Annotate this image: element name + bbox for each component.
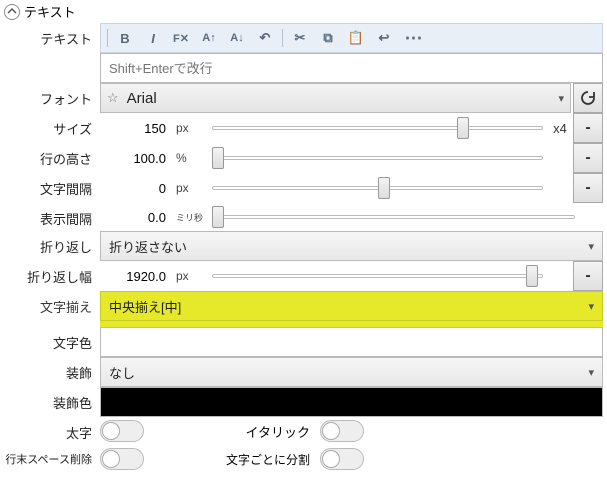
text-input[interactable] <box>100 53 603 83</box>
font-select[interactable]: ☆ Arial ▾ <box>100 83 571 113</box>
label-text: テキスト <box>0 23 100 53</box>
label-wrap: 折り返し <box>0 231 100 261</box>
section-title: テキスト <box>24 2 76 21</box>
label-align: 文字揃え <box>0 291 100 321</box>
label-textcolor: 文字色 <box>0 327 100 357</box>
size-minus-button[interactable]: - <box>573 113 603 143</box>
displayspacing-value[interactable]: 0.0 <box>100 210 170 225</box>
wrapwidth-slider[interactable] <box>212 264 543 288</box>
displayspacing-slider[interactable] <box>212 205 575 229</box>
clear-format-button[interactable]: F✕ <box>170 27 192 49</box>
label-wrapwidth: 折り返し幅 <box>0 261 100 291</box>
label-font: フォント <box>0 83 100 113</box>
font-refresh-button[interactable] <box>573 83 603 113</box>
font-value: Arial <box>127 90 559 107</box>
lineheight-unit: % <box>176 151 206 165</box>
label-trimtrailing: 行末スペース削除 <box>0 445 100 473</box>
wrap-value: 折り返さない <box>109 237 588 256</box>
font-larger-button[interactable]: A↑ <box>198 27 220 49</box>
letterspacing-slider[interactable] <box>212 176 543 200</box>
text-toolbar: B I F✕ A↑ A↓ ↶ ✂ ⧉ 📋 ↩ ⋯ <box>100 23 603 53</box>
undo-button[interactable]: ↩ <box>373 27 395 49</box>
label-decoration: 装飾 <box>0 357 100 387</box>
label-displayspacing: 表示間隔 <box>0 203 100 231</box>
align-value: 中央揃え[中] <box>109 297 588 316</box>
revert-button[interactable]: ↶ <box>254 27 276 49</box>
label-bold: 太字 <box>0 417 100 445</box>
letterspacing-value[interactable]: 0 <box>100 181 170 196</box>
bold-toggle[interactable] <box>100 420 144 442</box>
size-value[interactable]: 150 <box>100 121 170 136</box>
decorationcolor-well[interactable] <box>100 387 603 417</box>
label-splitperchar: 文字ごとに分割 <box>184 451 314 468</box>
align-select[interactable]: 中央揃え[中] ▾ <box>100 291 603 321</box>
chevron-down-icon: ▾ <box>558 92 564 105</box>
paste-button[interactable]: 📋 <box>345 27 367 49</box>
letterspacing-unit: px <box>176 181 206 195</box>
star-icon[interactable]: ☆ <box>107 90 119 106</box>
wrapwidth-unit: px <box>176 269 206 283</box>
splitperchar-toggle[interactable] <box>320 448 364 470</box>
italic-button[interactable]: I <box>142 27 164 49</box>
font-smaller-button[interactable]: A↓ <box>226 27 248 49</box>
copy-button[interactable]: ⧉ <box>317 27 339 49</box>
label-lineheight: 行の高さ <box>0 143 100 173</box>
size-slider[interactable] <box>212 116 543 140</box>
lineheight-slider[interactable] <box>212 146 543 170</box>
label-italic: イタリック <box>184 422 314 441</box>
letterspacing-minus-button[interactable]: - <box>573 173 603 203</box>
size-suffix: x4 <box>549 121 571 136</box>
label-letterspacing: 文字間隔 <box>0 173 100 203</box>
cut-button[interactable]: ✂ <box>289 27 311 49</box>
displayspacing-unit: ミリ秒 <box>176 211 206 224</box>
italic-toggle[interactable] <box>320 420 364 442</box>
label-decorationcolor: 装飾色 <box>0 387 100 417</box>
lineheight-minus-button[interactable]: - <box>573 143 603 173</box>
label-size: サイズ <box>0 113 100 143</box>
decoration-select[interactable]: なし ▾ <box>100 357 603 387</box>
size-unit: px <box>176 121 206 135</box>
bold-button[interactable]: B <box>114 27 136 49</box>
chevron-down-icon: ▾ <box>588 366 594 379</box>
collapse-toggle[interactable] <box>4 4 20 20</box>
trimtrailing-toggle[interactable] <box>100 448 144 470</box>
lineheight-value[interactable]: 100.0 <box>100 151 170 166</box>
chevron-down-icon: ▾ <box>588 300 594 313</box>
textcolor-well[interactable] <box>100 327 603 357</box>
wrap-select[interactable]: 折り返さない ▾ <box>100 231 603 261</box>
more-button[interactable]: ⋯ <box>401 27 423 49</box>
chevron-down-icon: ▾ <box>588 240 594 253</box>
decoration-value: なし <box>109 363 588 382</box>
wrapwidth-minus-button[interactable]: - <box>573 261 603 291</box>
wrapwidth-value[interactable]: 1920.0 <box>100 269 170 284</box>
